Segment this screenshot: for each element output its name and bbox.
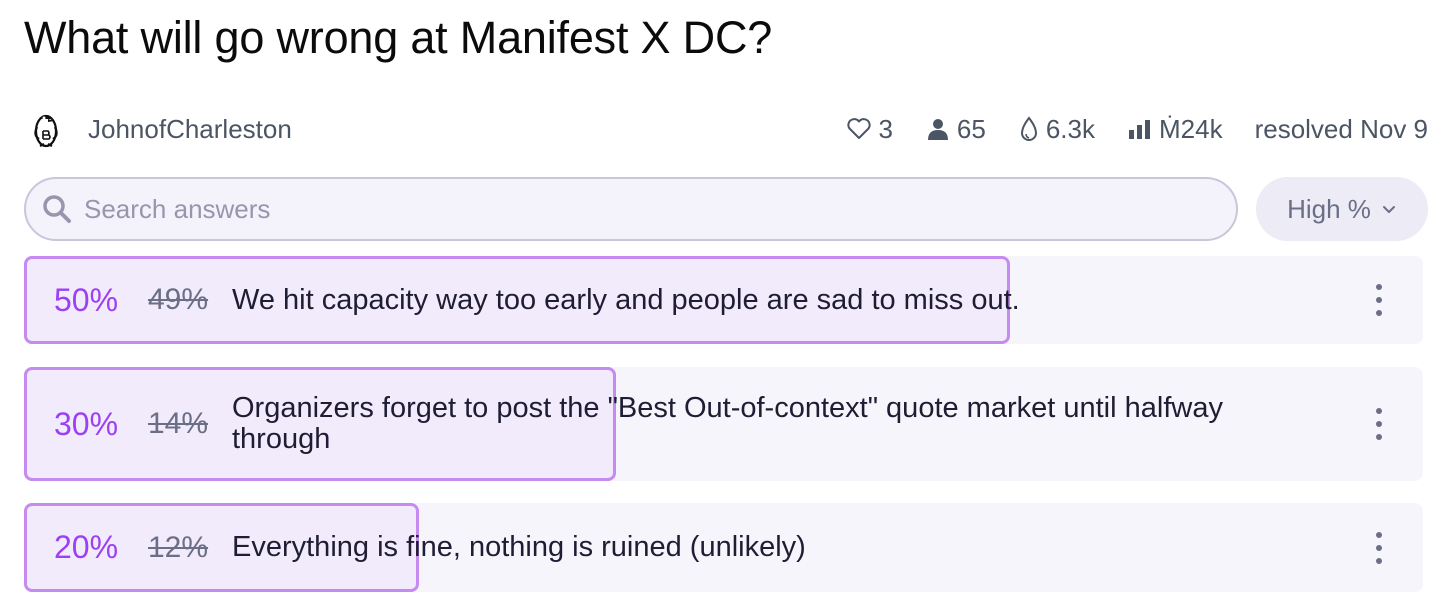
droplet-icon [1020, 116, 1037, 141]
traders-count: 65 [956, 113, 986, 144]
answer-probability: 20% [53, 529, 119, 565]
answer-previous-probability: 12% [148, 530, 209, 564]
bar-chart-icon [1129, 120, 1150, 139]
answer-text: Organizers forget to post the "Best Out-… [232, 392, 1223, 455]
search-icon [43, 195, 71, 223]
search-input[interactable] [84, 193, 1161, 225]
resolution-status: resolved Nov 9 [1255, 114, 1428, 145]
volume-stat: 6.3k [1018, 114, 1095, 145]
more-vertical-icon[interactable] [1369, 284, 1389, 316]
user-icon [927, 119, 948, 140]
answers-toolbar: High % [24, 177, 1428, 241]
penguin-avatar-icon[interactable] [24, 107, 68, 151]
market-stats: 3 65 6.3k Ṁ24k resolved Nov 9 [814, 114, 1428, 145]
answer-previous-probability: 49% [148, 283, 209, 316]
sort-dropdown[interactable]: High % [1256, 177, 1428, 241]
heart-icon [847, 118, 872, 139]
likes-count: 3 [878, 113, 893, 144]
answer-text: We hit capacity way too early and people… [232, 283, 1020, 316]
answer-row[interactable]: 50% 49% We hit capacity way too early an… [24, 256, 1423, 344]
volume-amount: 6.3k [1045, 113, 1095, 144]
sort-label: High % [1287, 193, 1371, 224]
resolved-date: resolved Nov 9 [1254, 113, 1428, 144]
chevron-down-icon [1382, 206, 1395, 213]
market-title: What will go wrong at Manifest X DC? [24, 12, 773, 63]
creator-name[interactable]: JohnofCharleston [88, 114, 292, 145]
answer-row[interactable]: 30% 14% Organizers forget to post the "B… [24, 367, 1423, 481]
answer-probability: 50% [53, 281, 119, 318]
liquidity-amount: Ṁ24k [1159, 113, 1223, 144]
more-vertical-icon[interactable] [1369, 408, 1389, 440]
answer-previous-probability: 14% [148, 407, 209, 440]
search-box[interactable] [24, 177, 1238, 241]
likes-stat[interactable]: 3 [846, 113, 893, 145]
answer-row[interactable]: 20% 12% Everything is fine, nothing is r… [24, 503, 1423, 592]
market-meta-row: JohnofCharleston 3 65 6.3k Ṁ24k resolved… [24, 104, 1428, 154]
answer-text: Everything is fine, nothing is ruined (u… [232, 531, 806, 563]
more-vertical-icon[interactable] [1369, 531, 1389, 564]
liquidity-stat: Ṁ24k [1127, 114, 1223, 145]
traders-stat: 65 [925, 114, 986, 145]
answer-probability: 30% [53, 405, 119, 442]
